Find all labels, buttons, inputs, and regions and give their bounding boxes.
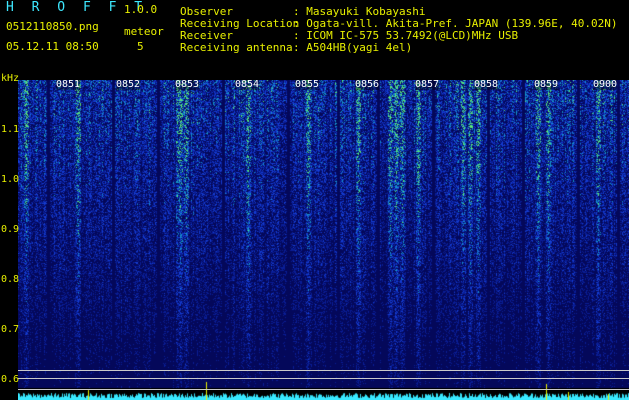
- time-label: 0857: [415, 79, 440, 90]
- time-label: 0900: [593, 79, 618, 90]
- datetime: 05.12.11 08:50: [6, 40, 99, 53]
- y-tick-label: 0.6: [1, 374, 20, 385]
- y-axis-unit: kHz: [1, 73, 20, 84]
- y-tick-label: 0.8: [1, 274, 20, 285]
- reference-line: [18, 370, 629, 371]
- y-tick-label: 0.7: [1, 324, 20, 335]
- time-label: 0853: [175, 79, 200, 90]
- spectrogram-image: [18, 80, 629, 400]
- info-value-antenna: : A504HB(yagi 4el): [293, 41, 413, 54]
- time-label: 0858: [474, 79, 499, 90]
- file-name: 0512110850.png: [6, 20, 99, 33]
- time-label: 0854: [235, 79, 260, 90]
- y-tick-label: 1.0: [1, 174, 20, 185]
- reference-line: [18, 378, 629, 379]
- time-label: 0859: [534, 79, 559, 90]
- meteor-label: meteor: [124, 25, 164, 38]
- time-label: 0856: [355, 79, 380, 90]
- y-tick-label: 0.9: [1, 224, 20, 235]
- reference-line: [18, 389, 629, 390]
- spectrogram-canvas: [18, 80, 629, 400]
- time-label: 0851: [56, 79, 81, 90]
- time-label: 0855: [295, 79, 320, 90]
- meteor-count: 5: [137, 40, 144, 53]
- y-tick-label: 1.1: [1, 124, 20, 135]
- app-version: 1.0.0: [124, 3, 158, 16]
- info-key-antenna: Receiving antenna: [180, 41, 293, 54]
- time-label: 0852: [116, 79, 141, 90]
